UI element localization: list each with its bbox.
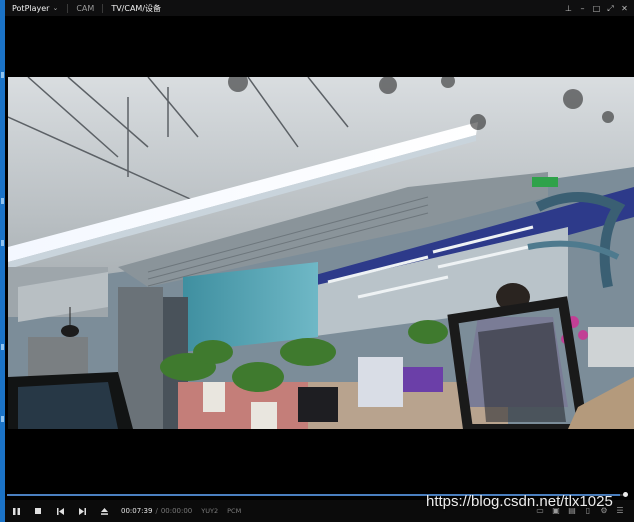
eject-icon bbox=[100, 507, 108, 515]
app-menu-button[interactable]: PotPlayer ⌄ bbox=[5, 4, 64, 13]
stop-button[interactable] bbox=[27, 500, 49, 522]
time-separator: / bbox=[155, 507, 158, 515]
title-separator bbox=[102, 3, 104, 13]
pause-icon bbox=[12, 507, 20, 515]
close-icon[interactable]: ✕ bbox=[619, 3, 630, 14]
menu-icon[interactable]: ☰ bbox=[614, 505, 626, 517]
previous-button[interactable] bbox=[49, 500, 71, 522]
seek-thumb[interactable] bbox=[623, 492, 628, 497]
minimize-icon[interactable]: – bbox=[577, 3, 588, 14]
app-name: PotPlayer bbox=[12, 3, 50, 13]
current-time: 00:07:39 bbox=[121, 507, 153, 515]
title-bar: PotPlayer ⌄ CAM TV/CAM/设备 ⊥ – □ ⤢ ✕ bbox=[5, 0, 634, 16]
camera-feed-image bbox=[8, 77, 634, 429]
tab-cam[interactable]: CAM bbox=[71, 4, 99, 13]
audio-format-badge: PCM bbox=[227, 507, 242, 515]
video-frame[interactable] bbox=[8, 77, 634, 429]
strip-mark bbox=[1, 416, 4, 422]
eject-button[interactable] bbox=[93, 500, 115, 522]
window-controls: ⊥ – □ ⤢ ✕ bbox=[563, 0, 630, 16]
strip-mark bbox=[1, 72, 4, 78]
strip-mark bbox=[1, 344, 4, 350]
total-time: 00:00:00 bbox=[160, 507, 193, 515]
stop-icon bbox=[35, 508, 41, 514]
pin-icon[interactable]: ⊥ bbox=[563, 3, 574, 14]
title-separator bbox=[67, 3, 69, 13]
skip-previous-icon bbox=[56, 507, 64, 515]
fullscreen-icon[interactable]: ⤢ bbox=[605, 3, 616, 14]
watermark-text: https://blog.csdn.net/tlx1025 bbox=[426, 493, 613, 510]
chevron-down-icon: ⌄ bbox=[52, 4, 59, 12]
strip-mark bbox=[1, 198, 4, 204]
tab-device[interactable]: TV/CAM/设备 bbox=[106, 3, 166, 14]
video-format-badge: YUY2 bbox=[201, 507, 219, 515]
pause-button[interactable] bbox=[5, 500, 27, 522]
maximize-icon[interactable]: □ bbox=[591, 3, 602, 14]
skip-next-icon bbox=[78, 507, 86, 515]
strip-mark bbox=[1, 240, 4, 246]
video-area[interactable] bbox=[5, 16, 634, 490]
next-button[interactable] bbox=[71, 500, 93, 522]
